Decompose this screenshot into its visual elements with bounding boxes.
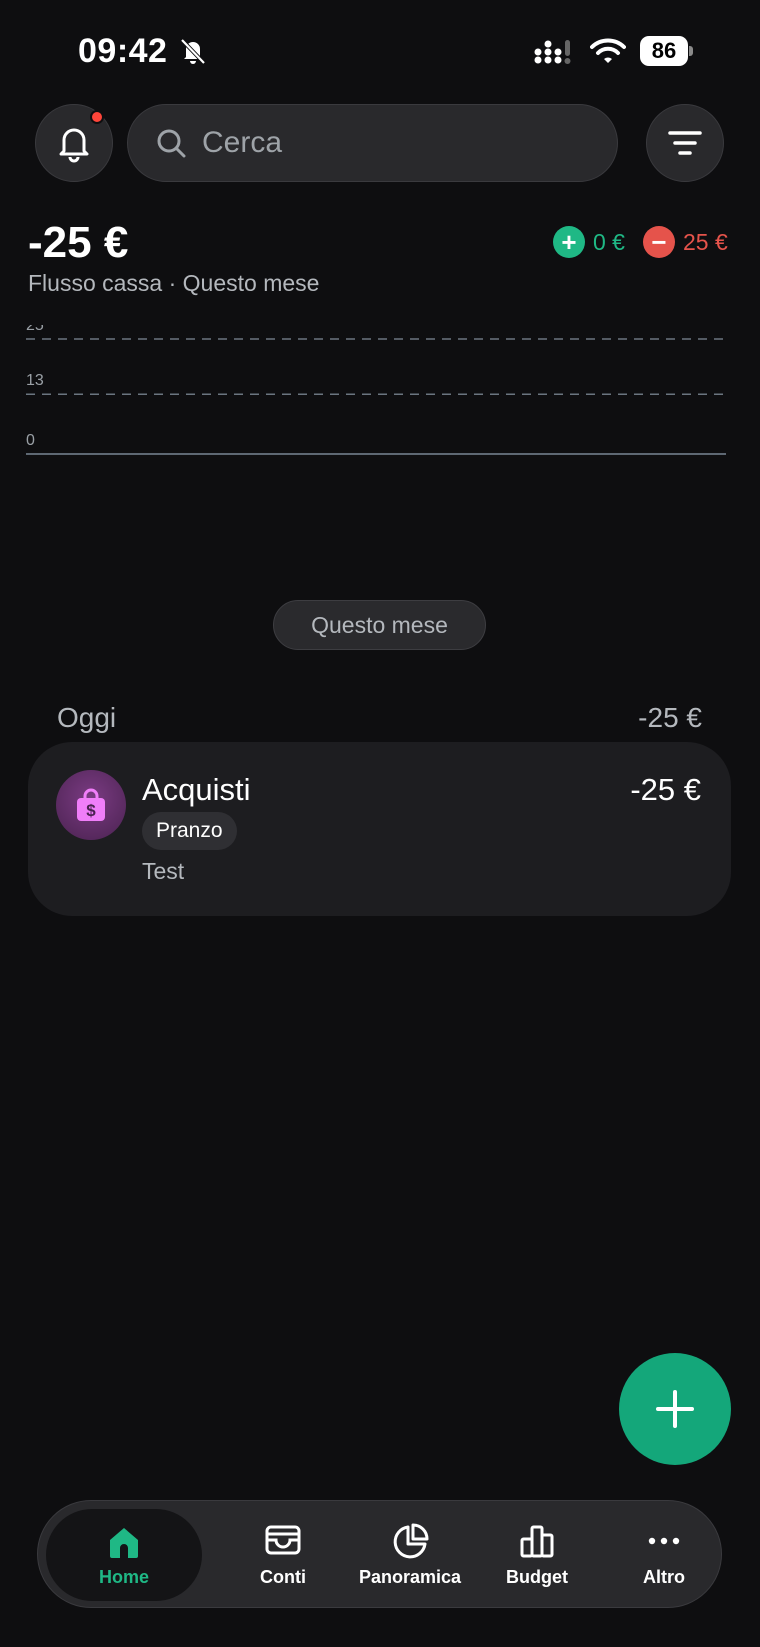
nav-label-conti: Conti	[260, 1567, 306, 1587]
pie-chart-icon	[393, 1523, 429, 1559]
expense-amount: 25 €	[683, 228, 728, 255]
bottom-navigation: Home Conti Panoramica Budget Altro	[37, 1500, 722, 1608]
shopping-bag-icon: $	[77, 788, 105, 821]
plus-circle-icon: +	[553, 226, 585, 258]
search-icon	[157, 129, 186, 158]
expense-badge: − 25 €	[643, 226, 728, 258]
period-selector[interactable]: Questo mese	[273, 600, 486, 650]
plus-icon	[656, 1390, 694, 1428]
status-time: 09:42	[78, 32, 168, 70]
transaction-note: Test	[142, 858, 185, 884]
cashflow-amount: -25 €	[28, 218, 129, 267]
cellular-signal-icon	[534, 40, 571, 64]
wifi-icon	[590, 38, 626, 63]
battery-level: 86	[640, 36, 688, 66]
bell-off-icon	[180, 38, 206, 65]
nav-label-budget: Budget	[506, 1567, 568, 1587]
chart-y-tick-label: 13	[26, 372, 44, 389]
nav-item-conti[interactable]: Conti	[218, 1501, 348, 1607]
transaction-tag: Pranzo	[142, 812, 237, 850]
more-icon	[648, 1537, 680, 1545]
minus-circle-icon: −	[643, 226, 675, 258]
nav-label-home: Home	[98, 1567, 149, 1587]
transaction-card[interactable]: $ Acquisti -25 € Pranzo Test	[28, 742, 731, 916]
filter-icon	[668, 131, 702, 155]
home-screen: 09:42 86 Cerca -25 € Flusso cassa · Ques…	[0, 0, 760, 1647]
notifications-button[interactable]	[35, 104, 113, 182]
income-badge: + 0 €	[553, 226, 625, 258]
cashflow-caption: Flusso cassa · Questo mese	[28, 270, 320, 296]
cashflow-chart: 25 13 0	[26, 325, 726, 455]
wallet-icon	[265, 1525, 301, 1555]
transaction-amount: -25 €	[630, 772, 701, 807]
chart-y-tick-label: 25	[26, 325, 44, 334]
search-bar[interactable]	[127, 104, 618, 182]
chart-y-tick-label: 0	[26, 432, 35, 449]
nav-item-altro[interactable]: Altro	[599, 1501, 729, 1607]
bar-chart-icon	[520, 1525, 554, 1558]
battery-indicator: 86	[640, 36, 693, 66]
bell-icon	[59, 128, 89, 163]
nav-label-panoramica: Panoramica	[358, 1567, 462, 1587]
nav-label-altro: Altro	[643, 1567, 685, 1587]
day-label: Oggi	[57, 702, 117, 733]
filter-button[interactable]	[646, 104, 724, 182]
nav-item-home[interactable]: Home	[46, 1509, 202, 1601]
nav-item-budget[interactable]: Budget	[472, 1501, 602, 1607]
notification-dot	[90, 110, 104, 124]
svg-text:$: $	[86, 801, 96, 820]
search-input[interactable]	[202, 126, 582, 160]
add-transaction-button[interactable]	[619, 1353, 731, 1465]
status-bar: 09:42 86	[0, 28, 760, 74]
battery-cap	[689, 46, 693, 56]
income-amount: 0 €	[593, 228, 625, 255]
home-icon	[110, 1528, 138, 1558]
day-total: -25 €	[638, 702, 702, 733]
transaction-title: Acquisti	[142, 772, 251, 807]
category-avatar: $	[56, 770, 126, 840]
nav-item-panoramica[interactable]: Panoramica	[345, 1501, 475, 1607]
